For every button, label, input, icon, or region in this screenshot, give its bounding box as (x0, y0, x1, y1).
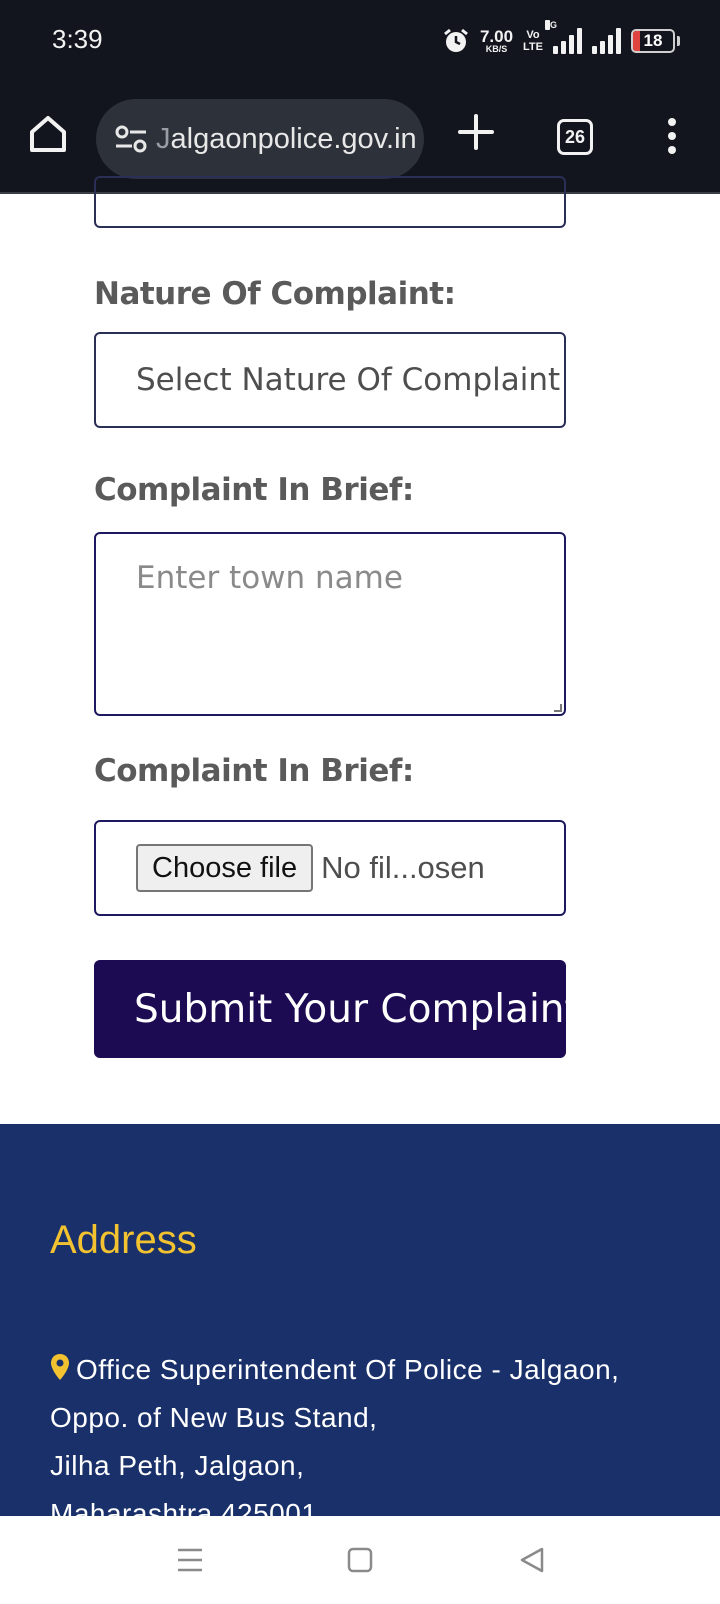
address-line: Office Superintendent Of Police - Jalgao… (50, 1346, 710, 1394)
volte-indicator: Vo LTE (523, 29, 543, 53)
url-text: Jalgaonpolice.gov.in (156, 123, 417, 156)
signal-strength-icon: 4G (545, 20, 582, 54)
network-type: 4G (545, 20, 558, 30)
status-bar: 3:39 7.00 KB/S Vo LTE 4G 18 (0, 0, 720, 84)
network-speed-value: 7.00 (479, 27, 514, 46)
volte-top: Vo (526, 28, 540, 41)
address-line-1: Office Superintendent Of Police - Jalgao… (76, 1354, 620, 1385)
battery-level: 18 (643, 31, 663, 50)
plus-icon[interactable] (456, 112, 496, 152)
complaint-file-label: Complaint In Brief: (94, 753, 414, 789)
status-time: 3:39 (52, 24, 103, 54)
tabs-icon[interactable]: 26 (557, 119, 593, 155)
battery-icon: 18 (631, 29, 675, 53)
system-nav-bar (0, 1516, 720, 1604)
resize-handle-icon[interactable] (554, 704, 562, 712)
network-speed-unit: KB/S (485, 44, 508, 54)
address-line-2: Oppo. of New Bus Stand, (50, 1402, 378, 1433)
status-icons: 7.00 KB/S Vo LTE 4G 18 (442, 20, 680, 58)
previous-input-field[interactable] (94, 176, 566, 228)
home-icon[interactable] (24, 110, 72, 158)
complaint-form: Nature Of Complaint: Select Nature Of Co… (0, 176, 720, 1124)
choose-file-button[interactable]: Choose file (136, 844, 314, 892)
address-bar[interactable]: Jalgaonpolice.gov.in (96, 99, 424, 179)
address-line-3: Jilha Peth, Jalgaon, (50, 1450, 305, 1481)
footer-address-section: Address Office Superintendent Of Police … (0, 1124, 720, 1516)
nature-of-complaint-label: Nature Of Complaint: (94, 276, 456, 312)
site-settings-icon[interactable] (114, 124, 148, 154)
volte-bottom: LTE (523, 41, 543, 53)
address-line-4: Maharashtra 425001 (50, 1498, 318, 1516)
complaint-placeholder: Enter town name (136, 560, 403, 596)
footer-title: Address (50, 1218, 197, 1262)
submit-complaint-button[interactable]: Submit Your Complaint (94, 960, 566, 1058)
file-status: No fil...osen (321, 850, 485, 885)
back-icon[interactable] (514, 1542, 550, 1578)
network-speed: 7.00 KB/S (480, 28, 513, 54)
map-pin-icon (51, 1354, 69, 1380)
home-nav-icon[interactable] (342, 1542, 378, 1578)
alarm-icon (442, 27, 470, 55)
nature-select-value: Select Nature Of Complaint (136, 362, 561, 398)
file-upload-field[interactable]: Choose file No fil...osen (94, 820, 566, 916)
signal-strength-icon-2 (592, 28, 621, 54)
submit-label: Submit Your Complaint (134, 986, 566, 1032)
url-text-faded: J (156, 122, 171, 155)
complaint-in-brief-label: Complaint In Brief: (94, 472, 414, 508)
url-text-main: algaonpolice.gov.in (170, 122, 417, 155)
footer-address: Office Superintendent Of Police - Jalgao… (50, 1346, 710, 1516)
nature-of-complaint-select[interactable]: Select Nature Of Complaint (94, 332, 566, 428)
recent-apps-icon[interactable] (172, 1542, 208, 1578)
more-vert-icon[interactable] (660, 114, 684, 158)
complaint-in-brief-textarea[interactable]: Enter town name (94, 532, 566, 716)
